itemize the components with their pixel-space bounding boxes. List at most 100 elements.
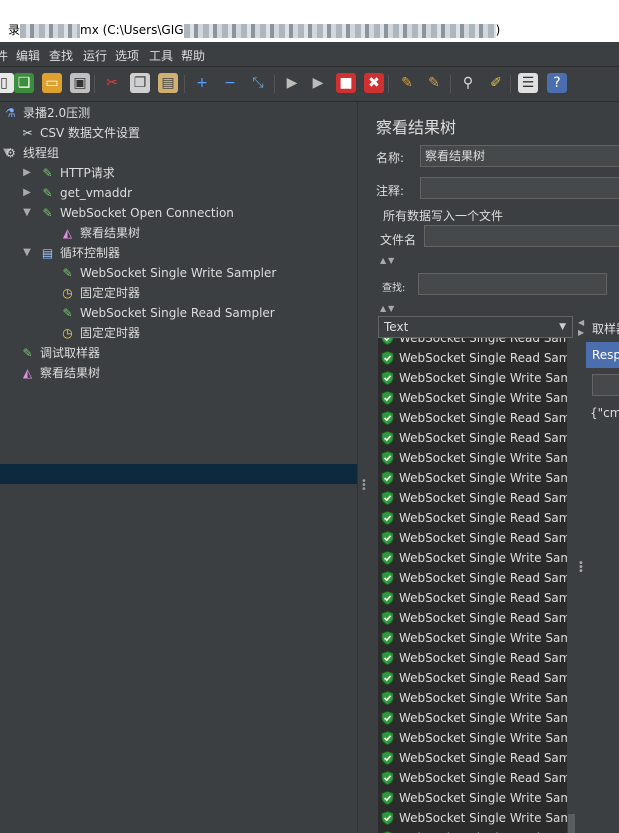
- response-tab[interactable]: Response: [586, 342, 619, 368]
- result-label: WebSocket Single Read Sampler: [399, 751, 576, 765]
- chevron-right-icon[interactable]: ▶: [21, 163, 33, 183]
- success-shield-icon: [381, 651, 394, 665]
- menu-item[interactable]: 选项: [115, 47, 139, 64]
- clear-icon[interactable]: ✎: [397, 73, 417, 93]
- tree-node[interactable]: ▶ ✎ get_vmaddr: [0, 183, 357, 203]
- results-list[interactable]: WebSocket Single Read Sampler WebSocket S…: [378, 338, 576, 833]
- result-row[interactable]: WebSocket Single Read Sampler: [378, 748, 576, 768]
- result-label: WebSocket Single Write Sampler: [399, 731, 576, 745]
- chevron-right-icon[interactable]: ▶: [21, 183, 33, 203]
- tree-node[interactable]: ▶ ✎ HTTP请求: [0, 163, 357, 183]
- result-row[interactable]: WebSocket Single Read Sampler: [378, 508, 576, 528]
- tree-node[interactable]: ◭ 察看结果树: [0, 363, 357, 383]
- result-row[interactable]: WebSocket Single Write Sampler: [378, 368, 576, 388]
- tree-node[interactable]: ✎ WebSocket Single Read Sampler: [0, 303, 357, 323]
- timer-icon: ◷: [62, 326, 73, 340]
- tree-node[interactable]: ◷ 固定定时器: [0, 283, 357, 303]
- result-row[interactable]: WebSocket Single Read Sampler: [378, 648, 576, 668]
- listener-icon: ◭: [62, 226, 73, 240]
- timer-icon: ◷: [62, 286, 73, 300]
- cut-icon[interactable]: ✂: [102, 73, 122, 93]
- result-row[interactable]: WebSocket Single Read Sampler: [378, 408, 576, 428]
- result-row[interactable]: WebSocket Single Write Sampler: [378, 548, 576, 568]
- reset-search-icon[interactable]: ✐: [486, 73, 506, 93]
- open-icon[interactable]: ▭: [42, 73, 62, 93]
- scrollbar-thumb[interactable]: [568, 814, 575, 833]
- result-row[interactable]: WebSocket Single Read Sampler: [378, 768, 576, 788]
- result-row[interactable]: WebSocket Single Write Sampler: [378, 688, 576, 708]
- copy-icon[interactable]: ❐: [130, 73, 150, 93]
- sample-result-tab[interactable]: 取样器: [592, 320, 619, 337]
- result-label: WebSocket Single Write Sampler: [399, 711, 576, 725]
- result-row[interactable]: WebSocket Single Read Sampler: [378, 528, 576, 548]
- renderer-select[interactable]: Text ▼: [378, 316, 573, 338]
- tree-node[interactable]: ▼ ✎ WebSocket Open Connection: [0, 203, 357, 223]
- result-row[interactable]: WebSocket Single Write Sampler: [378, 628, 576, 648]
- new-icon[interactable]: ▯: [0, 73, 14, 93]
- result-row[interactable]: WebSocket Single Read Sampler: [378, 828, 576, 833]
- templates-icon[interactable]: ❑: [14, 73, 34, 93]
- function-helper-icon[interactable]: ☰: [518, 73, 538, 93]
- result-row[interactable]: WebSocket Single Read Sampler: [378, 338, 576, 348]
- tree-node[interactable]: ⚗ 录播2.0压测: [0, 103, 357, 123]
- success-shield-icon: [381, 471, 394, 485]
- start-no-pause-icon[interactable]: ▶: [308, 73, 328, 93]
- tree-node[interactable]: ◷ 固定定时器: [0, 323, 357, 343]
- save-icon[interactable]: ▣: [70, 73, 90, 93]
- start-icon[interactable]: ▶: [282, 73, 302, 93]
- result-row[interactable]: WebSocket Single Read Sampler: [378, 668, 576, 688]
- tree-node-label: get_vmaddr: [60, 186, 133, 200]
- tree-node-label: HTTP请求: [60, 166, 115, 180]
- collapse-arrows-icon[interactable]: ▲▼: [380, 256, 396, 265]
- chevron-down-icon[interactable]: ▼: [21, 243, 33, 263]
- arrow-right-icon[interactable]: ▶: [578, 328, 584, 337]
- menu-item[interactable]: 帮助: [181, 47, 205, 64]
- collapse-icon[interactable]: −: [220, 73, 240, 93]
- tree-node[interactable]: ✎ WebSocket Single Write Sampler: [0, 263, 357, 283]
- name-field[interactable]: 察看结果树: [420, 145, 619, 167]
- comment-field[interactable]: [420, 177, 619, 199]
- tree-node[interactable]: ▼ ⚙ 线程组: [0, 143, 357, 163]
- expand-icon[interactable]: +: [192, 73, 212, 93]
- result-label: WebSocket Single Read Sampler: [399, 571, 576, 585]
- menu-item[interactable]: 工具: [149, 47, 173, 64]
- results-scrollbar[interactable]: [567, 338, 576, 833]
- collapse-arrows-icon[interactable]: ▲▼: [380, 304, 396, 313]
- tree-node-label: WebSocket Single Write Sampler: [80, 266, 277, 280]
- tree-node[interactable]: ◭ 察看结果树: [0, 223, 357, 243]
- paste-icon[interactable]: ▤: [158, 73, 178, 93]
- result-row[interactable]: WebSocket Single Write Sampler: [378, 388, 576, 408]
- menu-item[interactable]: 件: [0, 47, 8, 64]
- result-row[interactable]: WebSocket Single Read Sampler: [378, 568, 576, 588]
- result-row[interactable]: WebSocket Single Write Sampler: [378, 728, 576, 748]
- search-icon[interactable]: ⚲: [458, 73, 478, 93]
- result-row[interactable]: WebSocket Single Read Sampler: [378, 488, 576, 508]
- tree-node[interactable]: ✂ CSV 数据文件设置: [0, 123, 357, 143]
- result-row[interactable]: WebSocket Single Read Sampler: [378, 428, 576, 448]
- toggle-icon[interactable]: ⤡: [248, 73, 268, 93]
- tree-node[interactable]: ✎ 调试取样器: [0, 343, 357, 363]
- results-split-divider[interactable]: ◀ ▶ • • •: [577, 316, 586, 833]
- result-row[interactable]: WebSocket Single Write Sampler: [378, 708, 576, 728]
- result-row[interactable]: WebSocket Single Write Sampler: [378, 788, 576, 808]
- chevron-down-icon[interactable]: ▼: [21, 203, 33, 223]
- tree-node[interactable]: ▼ ▤ 循环控制器: [0, 243, 357, 263]
- result-row[interactable]: WebSocket Single Read Sampler: [378, 608, 576, 628]
- menu-item[interactable]: 编辑: [16, 47, 40, 64]
- test-plan-tree[interactable]: ⚗ 录播2.0压测 ✂ CSV 数据文件设置 ▼ ⚙ 线程组 ▶ ✎ HTTP请求 ▶ ✎ get_vm…: [0, 102, 357, 833]
- result-row[interactable]: WebSocket Single Write Sampler: [378, 808, 576, 828]
- result-row[interactable]: WebSocket Single Read Sampler: [378, 348, 576, 368]
- result-row[interactable]: WebSocket Single Read Sampler: [378, 588, 576, 608]
- clear-all-icon[interactable]: ✎: [424, 73, 444, 93]
- help-icon[interactable]: ?: [547, 73, 567, 93]
- filename-field[interactable]: [424, 225, 619, 247]
- result-row[interactable]: WebSocket Single Write Sampler: [378, 448, 576, 468]
- menu-item[interactable]: 运行: [83, 47, 107, 64]
- menu-item[interactable]: 查找: [49, 47, 73, 64]
- response-search-field[interactable]: [592, 374, 619, 396]
- search-field[interactable]: [418, 273, 607, 295]
- shutdown-icon[interactable]: ✖: [364, 73, 384, 93]
- arrow-left-icon[interactable]: ◀: [578, 318, 584, 327]
- stop-icon[interactable]: ■: [336, 73, 356, 93]
- result-row[interactable]: WebSocket Single Write Sampler: [378, 468, 576, 488]
